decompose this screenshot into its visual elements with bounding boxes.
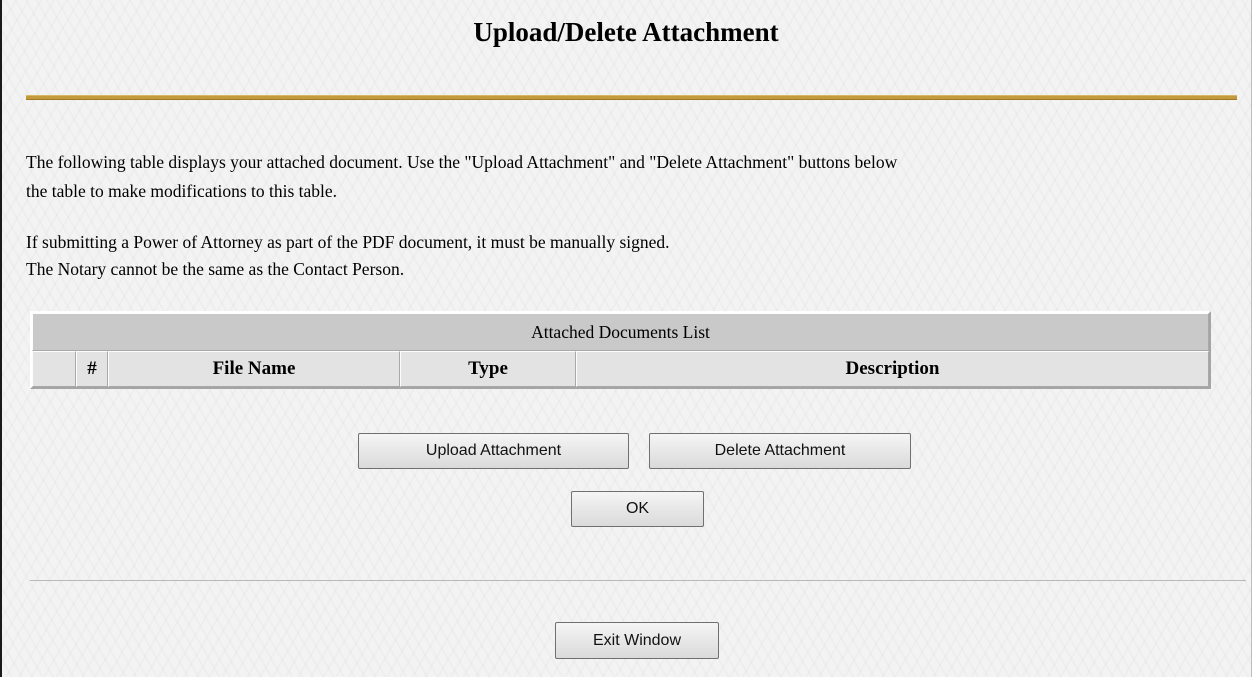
exit-window-button[interactable]: Exit Window [555, 622, 719, 659]
table-header-row: # File Name Type Description [32, 351, 1209, 387]
intro-text-line-2: the table to make modifications to this … [26, 181, 338, 201]
attached-documents-table: Attached Documents List # File Name Type… [30, 311, 1211, 389]
page-title: Upload/Delete Attachment [473, 17, 779, 47]
upload-attachment-button[interactable]: Upload Attachment [358, 433, 629, 469]
title-divider [26, 95, 1237, 100]
column-header-number: # [76, 351, 108, 387]
column-header-description: Description [576, 351, 1209, 387]
notice-text-line-2: The Notary cannot be the same as the Con… [26, 259, 405, 279]
bottom-divider [30, 580, 1246, 581]
window-left-border [0, 0, 2, 677]
intro-text-line-1: The following table displays your attach… [26, 152, 898, 172]
delete-attachment-button[interactable]: Delete Attachment [649, 433, 911, 469]
table-caption: Attached Documents List [32, 313, 1209, 351]
ok-button[interactable]: OK [571, 491, 704, 527]
notice-text-line-1: If submitting a Power of Attorney as par… [26, 232, 670, 252]
column-header-type: Type [400, 351, 576, 387]
column-header-select [32, 351, 76, 387]
column-header-file-name: File Name [108, 351, 400, 387]
